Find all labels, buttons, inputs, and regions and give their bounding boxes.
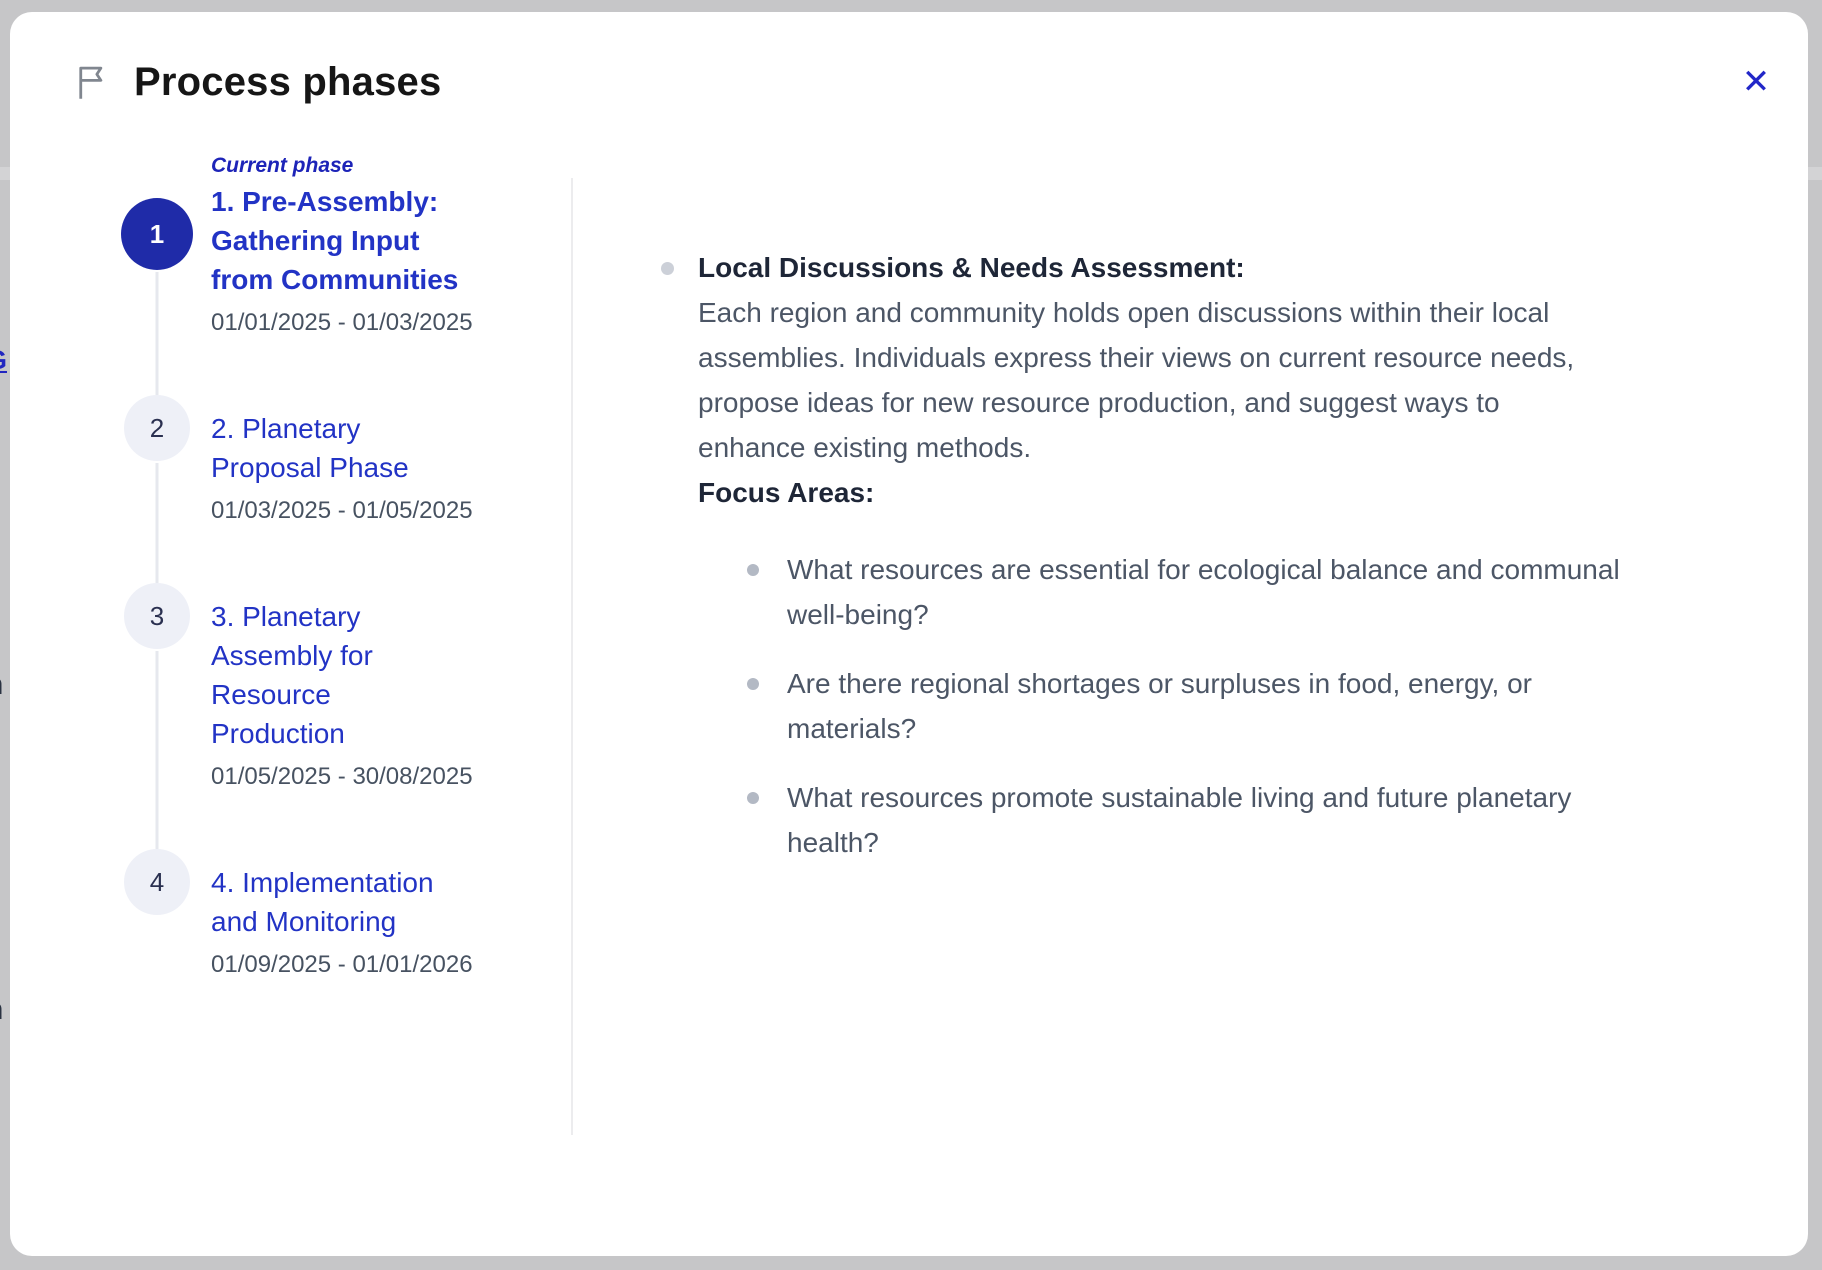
dialog-header: Process phases	[72, 60, 441, 105]
phase-timeline: 1 Current phase 1. Pre-Assembly: Gatheri…	[121, 152, 481, 981]
phase-description-panel: Local Discussions & Needs Assessment: Ea…	[653, 245, 1763, 889]
bullet-icon	[747, 792, 759, 804]
clipped-background-text: n	[0, 993, 3, 1027]
flag-icon	[72, 62, 114, 104]
phase-marker-column: 2	[121, 395, 193, 527]
phase-1-step-circle: 1	[121, 198, 193, 270]
focus-areas-list: What resources are essential for ecologi…	[743, 547, 1763, 865]
current-phase-badge: Current phase	[211, 152, 461, 180]
phase-4-step-circle: 4	[124, 849, 190, 915]
phase-2-title-link[interactable]: 2. Planetary Proposal Phase	[211, 409, 461, 487]
focus-area-item: What resources are essential for ecologi…	[743, 547, 1638, 637]
column-divider	[571, 178, 573, 1135]
phase-2-dates: 01/03/2025 - 01/05/2025	[211, 495, 461, 527]
phase-marker-column: 1	[121, 152, 193, 339]
focus-area-text: What resources promote sustainable livin…	[787, 782, 1571, 858]
phase-marker-column: 4	[121, 849, 193, 981]
process-phases-dialog: Process phases ✕ 1 Current phase 1. Pre-…	[10, 12, 1808, 1256]
close-button[interactable]: ✕	[1734, 60, 1778, 104]
bullet-icon	[747, 678, 759, 690]
focus-area-item: Are there regional shortages or surpluse…	[743, 661, 1638, 751]
phase-3-details: 3. Planetary Assembly for Resource Produ…	[211, 583, 461, 793]
dialog-title: Process phases	[134, 60, 441, 105]
phase-3-title-link[interactable]: 3. Planetary Assembly for Resource Produ…	[211, 597, 461, 753]
phase-1-title-link[interactable]: 1. Pre-Assembly: Gathering Input from Co…	[211, 182, 461, 299]
phase-item-1[interactable]: 1 Current phase 1. Pre-Assembly: Gatheri…	[121, 152, 481, 339]
clipped-background-text: n	[0, 668, 3, 702]
focus-area-text: What resources are essential for ecologi…	[787, 554, 1620, 630]
description-paragraph: Each region and community holds open dis…	[698, 290, 1578, 470]
focus-area-item: What resources promote sustainable livin…	[743, 775, 1638, 865]
description-heading-line: Local Discussions & Needs Assessment:	[698, 245, 1763, 290]
phase-1-dates: 01/01/2025 - 01/03/2025	[211, 307, 461, 339]
description-heading: Local Discussions & Needs Assessment	[698, 252, 1235, 283]
phase-item-2[interactable]: 2 2. Planetary Proposal Phase 01/03/2025…	[121, 395, 481, 527]
phase-item-3[interactable]: 3 3. Planetary Assembly for Resource Pro…	[121, 583, 481, 793]
description-item: Local Discussions & Needs Assessment: Ea…	[653, 245, 1763, 865]
phase-3-dates: 01/05/2025 - 30/08/2025	[211, 761, 461, 793]
clipped-background-link: G	[0, 345, 7, 376]
phase-1-details: Current phase 1. Pre-Assembly: Gathering…	[211, 152, 461, 339]
phase-2-details: 2. Planetary Proposal Phase 01/03/2025 -…	[211, 395, 461, 527]
heading-colon: :	[1235, 252, 1244, 283]
focus-areas-subheading: Focus Areas:	[698, 470, 1763, 515]
phase-4-dates: 01/09/2025 - 01/01/2026	[211, 949, 461, 981]
description-list: Local Discussions & Needs Assessment: Ea…	[653, 245, 1763, 865]
phase-item-4[interactable]: 4 4. Implementation and Monitoring 01/09…	[121, 849, 481, 981]
phase-marker-column: 3	[121, 583, 193, 793]
phase-4-title-link[interactable]: 4. Implementation and Monitoring	[211, 863, 461, 941]
bullet-icon	[747, 564, 759, 576]
phase-3-step-circle: 3	[124, 583, 190, 649]
phase-4-details: 4. Implementation and Monitoring 01/09/2…	[211, 849, 461, 981]
focus-area-text: Are there regional shortages or surpluse…	[787, 668, 1532, 744]
bullet-icon	[661, 262, 674, 275]
phase-2-step-circle: 2	[124, 395, 190, 461]
